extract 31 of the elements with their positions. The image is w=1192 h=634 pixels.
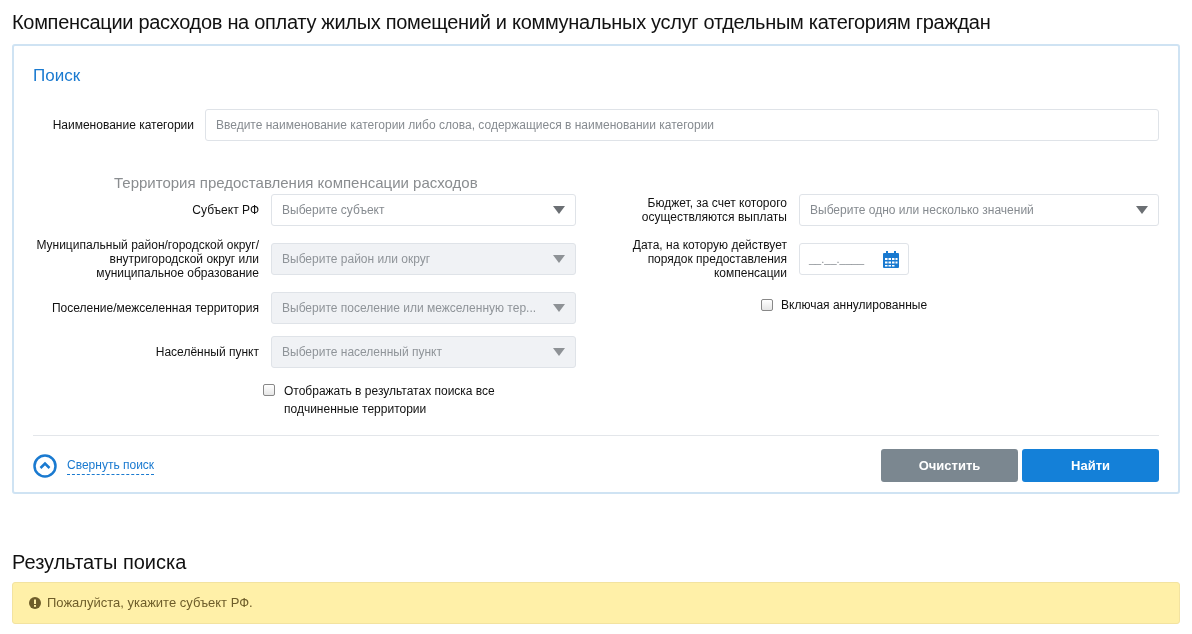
category-input[interactable]: Введите наименование категории либо слова, содержащиеся в наименовании категории (205, 109, 1159, 141)
field-label: Населённый пункт (154, 345, 260, 359)
clear-button[interactable]: Очистить (881, 449, 1018, 482)
dropdown-caret-icon (553, 348, 565, 356)
dropdown-caret-icon (1136, 206, 1148, 214)
section-title: Результаты поиска (12, 550, 187, 575)
checkbox[interactable] (761, 299, 773, 311)
field-label: Наименование категории (51, 117, 195, 134)
calendar-icon[interactable] (883, 250, 899, 268)
checkbox[interactable] (263, 384, 275, 396)
panel-title: Поиск (33, 65, 81, 87)
budget-select[interactable]: Выберите одно или несколько значений (799, 194, 1159, 226)
dropdown-caret-icon (553, 206, 565, 214)
field-label: Субъект РФ (191, 203, 260, 217)
collapse-chevron-icon[interactable] (33, 453, 57, 478)
search-button[interactable]: Найти (1022, 449, 1159, 482)
field-label: Муниципальный район/городской округ/внутригородской округ или муниципальное образование (35, 238, 260, 280)
collapse-search-link[interactable]: Свернуть поиск (67, 456, 155, 475)
page-title: Компенсации расходов на оплату жилых помещений и коммунальных услуг отдельным категориям граждан (12, 10, 992, 35)
checkbox-label: Отображать в результатах поиска все подчиненные территории (284, 383, 496, 418)
field-label: Бюджет, за счет которого осуществляются выплаты (640, 196, 788, 224)
dropdown-select[interactable]: Выберите субъект (271, 194, 576, 226)
dropdown-caret-icon (553, 255, 565, 263)
exclamation-icon (29, 597, 41, 609)
field-label: Поселение/межселенная территория (50, 301, 260, 315)
alert-text: Пожалуйста, укажите субъект РФ. (47, 594, 253, 613)
date-input[interactable]: __.__.____ (799, 243, 909, 275)
dropdown-caret-icon (553, 304, 565, 312)
field-label: Дата, на которую действует порядок предоставления компенсации (631, 238, 788, 280)
section-heading: Территория предоставления компенсации расходов (114, 173, 478, 193)
checkbox-label: Включая аннулированные (781, 297, 928, 314)
